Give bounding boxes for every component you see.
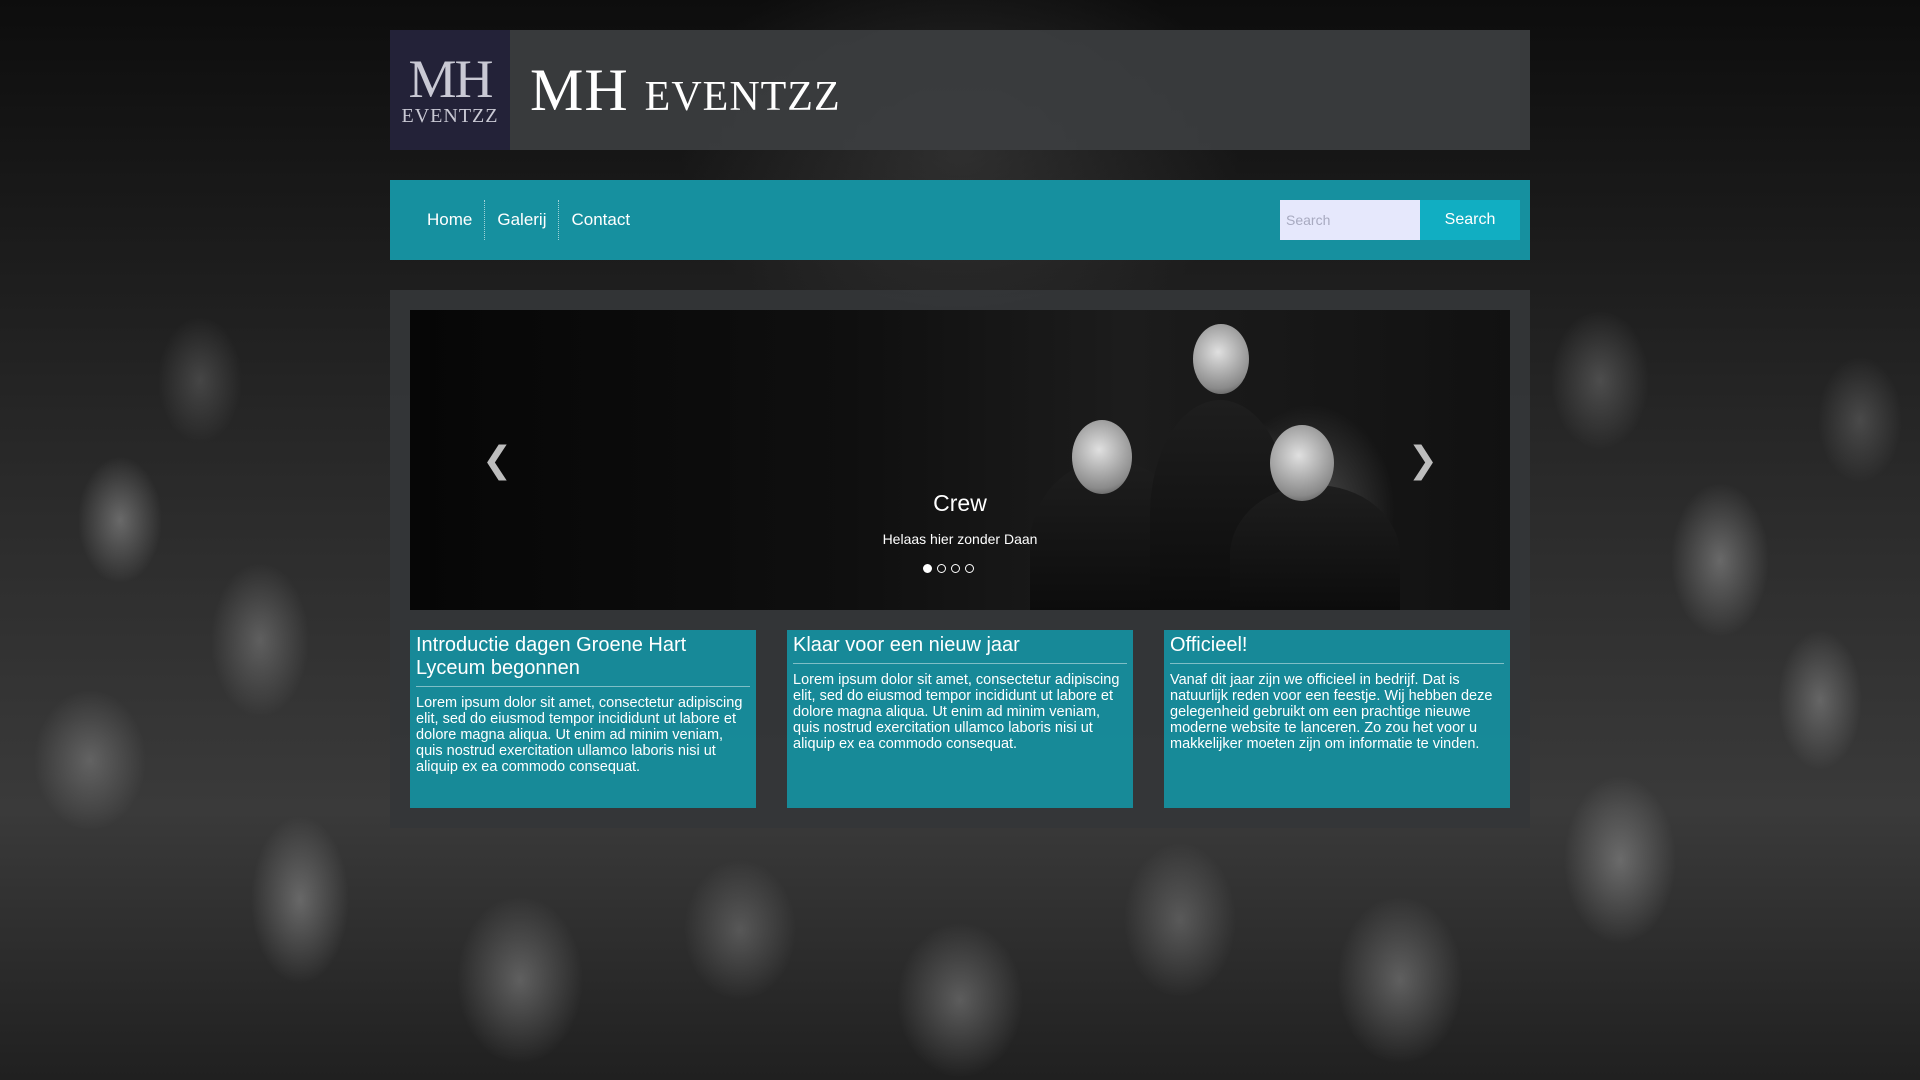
carousel-caption-text: Helaas hier zonder Daan [882,531,1038,547]
nav-item-galerij[interactable]: Galerij [485,200,558,240]
carousel-indicators [410,564,1510,573]
logo-mh-text: MH [408,48,493,109]
news-card-title: Klaar voor een nieuw jaar [793,634,1127,664]
carousel-dot[interactable] [950,564,960,573]
nav-item-contact[interactable]: Contact [559,200,642,240]
news-card-text: Vanaf dit jaar zijn we officieel in bedr… [1170,672,1493,752]
site-header: MH EVENTZZ MH eventzz [390,30,1530,150]
carousel-dot[interactable] [936,564,946,573]
nav-item-home[interactable]: Home [415,200,484,240]
navbar: Home Galerij Contact Search [390,180,1530,260]
chevron-right-icon[interactable]: ❯ [1408,440,1438,481]
search-input[interactable] [1280,200,1420,240]
news-card-title: Officieel! [1170,634,1504,664]
image-carousel[interactable]: ❮ ❯ Crew Helaas hier zonder Daan [410,310,1510,610]
main-content: ❮ ❯ Crew Helaas hier zonder Daan Introdu… [390,290,1530,828]
news-card: Klaar voor een nieuw jaar Lorem ipsum do… [787,630,1133,808]
news-cards: Introductie dagen Groene Hart Lyceum beg… [410,630,1510,808]
news-card-title: Introductie dagen Groene Hart Lyceum beg… [416,634,750,687]
news-card: Officieel! Vanaf dit jaar zijn we offici… [1164,630,1510,808]
news-card-text: Lorem ipsum dolor sit amet, consectetur … [416,695,743,775]
site-title: MH eventzz [530,56,841,123]
search-button[interactable]: Search [1420,200,1520,240]
carousel-dot[interactable] [922,564,932,573]
logo[interactable]: MH EVENTZZ [390,30,510,150]
news-card-text: Lorem ipsum dolor sit amet, consectetur … [793,672,1120,752]
page-container: MH EVENTZZ MH eventzz Home Galerij Conta… [390,30,1530,828]
chevron-left-icon[interactable]: ❮ [482,440,512,481]
carousel-dot[interactable] [964,564,974,573]
news-card: Introductie dagen Groene Hart Lyceum beg… [410,630,756,808]
logo-subtitle: EVENTZZ [401,104,499,127]
carousel-caption-title: Crew [933,490,987,516]
carousel-caption: Crew Helaas hier zonder Daan [410,490,1510,547]
